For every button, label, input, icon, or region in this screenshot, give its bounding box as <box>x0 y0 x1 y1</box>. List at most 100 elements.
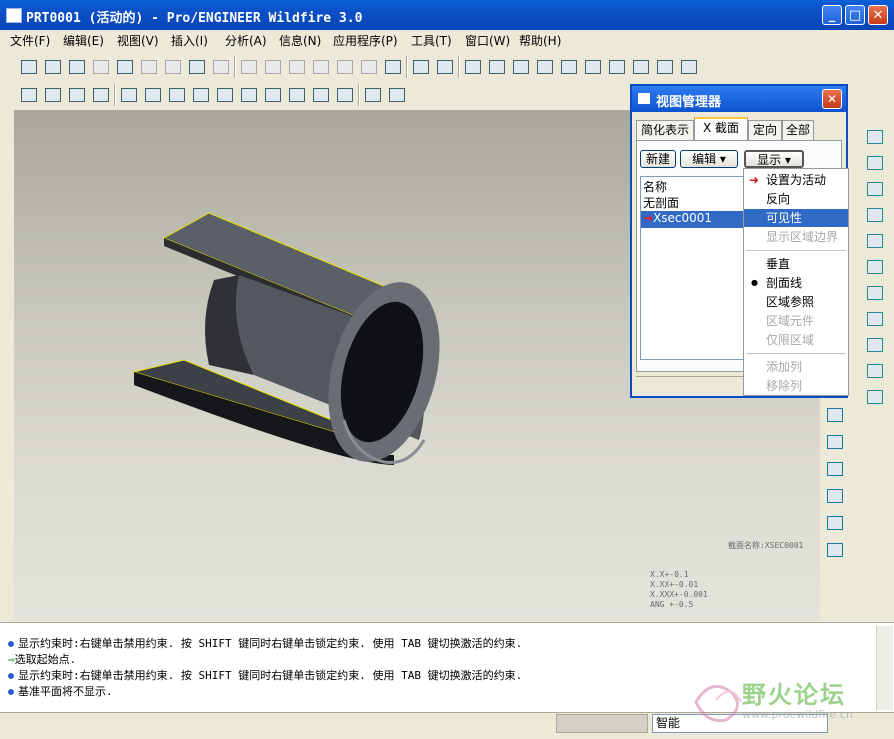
copy-icon <box>313 60 329 74</box>
new-button[interactable] <box>18 56 40 78</box>
sketch-button[interactable] <box>864 256 886 278</box>
maximize-button[interactable]: □ <box>845 5 865 25</box>
open-button[interactable] <box>42 56 64 78</box>
csys-display-button[interactable] <box>190 84 212 106</box>
round-button[interactable] <box>824 485 846 507</box>
angle-button[interactable] <box>286 84 308 106</box>
datum-point-button[interactable] <box>864 204 886 226</box>
menu-analysis[interactable]: 分析(A) <box>225 32 267 49</box>
context-menu-item[interactable]: 区域参照 <box>744 293 848 311</box>
datum-plane-display-button[interactable] <box>118 84 140 106</box>
tab-simplified-rep[interactable]: 简化表示 <box>636 120 694 140</box>
csys-button[interactable] <box>864 230 886 252</box>
context-menu-item[interactable]: 剖面线 <box>744 274 848 292</box>
no-hidden-button[interactable] <box>66 84 88 106</box>
zoom-fit-icon <box>585 60 601 74</box>
save-button[interactable] <box>66 56 88 78</box>
zoom-out-button[interactable] <box>558 56 580 78</box>
annotation-button[interactable] <box>238 84 260 106</box>
repaint-button[interactable] <box>334 84 356 106</box>
refit-button[interactable] <box>510 56 532 78</box>
draft-button[interactable] <box>824 458 846 480</box>
menu-edit[interactable]: 编辑(E) <box>63 32 104 49</box>
regenerate-button[interactable] <box>186 56 208 78</box>
minimize-button[interactable]: _ <box>822 5 842 25</box>
zoom-fit-button[interactable] <box>582 56 604 78</box>
paste-button[interactable] <box>334 56 356 78</box>
tab-xsection[interactable]: X 截面 <box>694 117 748 141</box>
copy-button[interactable] <box>310 56 332 78</box>
rib-button[interactable] <box>824 539 846 561</box>
blend-button[interactable] <box>864 360 886 382</box>
save-copy-icon <box>93 60 109 74</box>
spin-center-button[interactable] <box>486 56 508 78</box>
send-button[interactable] <box>138 56 160 78</box>
menu-window[interactable]: 窗口(W) <box>465 32 510 49</box>
close-window-button[interactable] <box>362 84 384 106</box>
print-button[interactable] <box>114 56 136 78</box>
regen-manager-button[interactable] <box>382 56 404 78</box>
hole-button[interactable] <box>824 404 846 426</box>
model-player-button[interactable] <box>210 56 232 78</box>
layers-button[interactable] <box>654 56 676 78</box>
whats-this-button[interactable] <box>386 84 408 106</box>
chamfer-button[interactable] <box>824 512 846 534</box>
new-button[interactable]: 新建 <box>640 150 676 168</box>
menu-insert[interactable]: 插入(I) <box>171 32 208 49</box>
paste-special-button[interactable] <box>358 56 380 78</box>
datum-plane-button[interactable] <box>864 126 886 148</box>
tab-orient[interactable]: 定向 <box>748 120 782 140</box>
save-copy-button[interactable] <box>90 56 112 78</box>
menu-view[interactable]: 视图(V) <box>117 32 159 49</box>
find-button[interactable] <box>410 56 432 78</box>
context-menu-item[interactable]: 反向 <box>744 190 848 208</box>
no-hidden-icon <box>69 88 85 102</box>
hidden-line-button[interactable] <box>42 84 64 106</box>
shading-button[interactable] <box>90 84 112 106</box>
select-box-button[interactable] <box>434 56 456 78</box>
symbol-button[interactable] <box>310 84 332 106</box>
dialog-title-bar[interactable]: 视图管理器 ✕ <box>632 86 846 112</box>
wireframe-button[interactable] <box>18 84 40 106</box>
redo-button[interactable] <box>262 56 284 78</box>
context-menu-item: 仅限区域 <box>766 333 815 347</box>
close-button[interactable]: ✕ <box>868 5 888 25</box>
variable-sweep-button[interactable] <box>864 334 886 356</box>
xsection-list[interactable]: 名称 无剖面 ➜Xsec0001 <box>640 176 750 360</box>
context-menu-item[interactable]: 设置为活动 <box>744 171 848 189</box>
point-display-button[interactable] <box>166 84 188 106</box>
view-orient-button[interactable] <box>462 56 484 78</box>
zoom-in-button[interactable] <box>534 56 556 78</box>
style-button[interactable] <box>864 386 886 408</box>
list-header-name[interactable]: 名称 <box>643 178 667 195</box>
edit-dropdown-button[interactable]: 编辑 ▾ <box>680 150 738 168</box>
datum-axis-button[interactable] <box>864 152 886 174</box>
menu-help[interactable]: 帮助(H) <box>519 32 561 49</box>
datum-curve-button[interactable] <box>864 178 886 200</box>
list-item[interactable]: 无剖面 <box>643 194 679 211</box>
menu-info[interactable]: 信息(N) <box>279 32 321 49</box>
display-dropdown-button[interactable]: 显示 ▾ <box>744 150 804 168</box>
shell-button[interactable] <box>824 431 846 453</box>
erase-button[interactable] <box>162 56 184 78</box>
view-manager-button[interactable] <box>678 56 700 78</box>
menu-tools[interactable]: 工具(T) <box>411 32 452 49</box>
menu-file[interactable]: 文件(F) <box>10 32 50 49</box>
revolve-button[interactable] <box>864 308 886 330</box>
reorient-button[interactable] <box>606 56 628 78</box>
list-item-selected[interactable]: ➜Xsec0001 <box>641 211 749 228</box>
menu-applications[interactable]: 应用程序(P) <box>333 32 398 49</box>
dimension-button[interactable] <box>214 84 236 106</box>
context-menu-item[interactable]: 可见性 <box>744 209 848 227</box>
erase-icon <box>165 60 181 74</box>
undo-button[interactable] <box>238 56 260 78</box>
dialog-close-button[interactable]: ✕ <box>822 89 842 109</box>
extrude-button[interactable] <box>864 282 886 304</box>
datum-axis-display-button[interactable] <box>142 84 164 106</box>
context-menu-item[interactable]: 垂直 <box>744 255 848 273</box>
sketch-icon <box>867 260 883 274</box>
named-views-button[interactable] <box>630 56 652 78</box>
cut-button[interactable] <box>286 56 308 78</box>
tolerance-button[interactable] <box>262 84 284 106</box>
tab-all[interactable]: 全部 <box>782 120 814 140</box>
